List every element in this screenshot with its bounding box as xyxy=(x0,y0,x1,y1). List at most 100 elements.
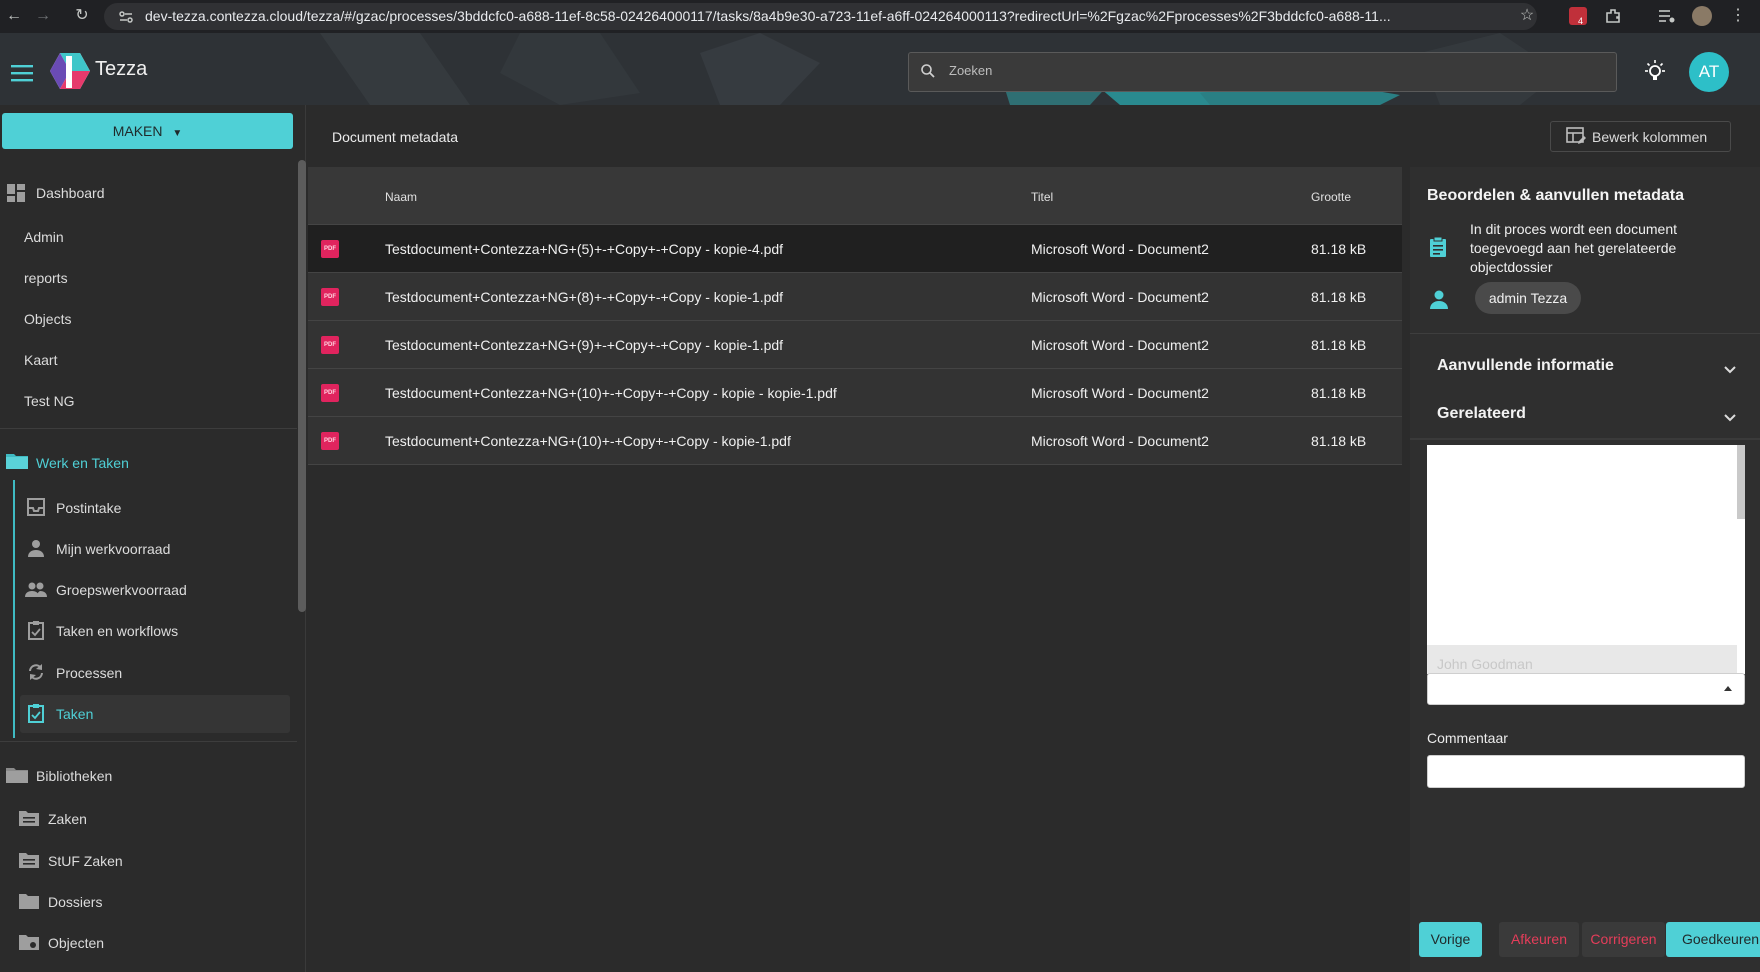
person-icon xyxy=(1430,290,1448,309)
correct-button[interactable]: Corrigeren xyxy=(1582,922,1665,957)
approve-button[interactable]: Goedkeuren xyxy=(1666,922,1760,957)
sidebar-item-mijn-werkvoorraad[interactable]: Mijn werkvoorraad xyxy=(56,541,170,557)
user-select[interactable] xyxy=(1427,673,1745,705)
back-icon[interactable]: ← xyxy=(4,6,24,26)
section-indicator-line xyxy=(13,480,15,738)
row-title: Microsoft Word - Document2 xyxy=(1031,337,1209,353)
sidebar-item-reports[interactable]: reports xyxy=(24,270,68,286)
sidebar-item-test-ng[interactable]: Test NG xyxy=(24,393,75,409)
url-text[interactable]: dev-tezza.contezza.cloud/tezza/#/gzac/pr… xyxy=(145,8,1505,24)
table-edit-icon xyxy=(1566,127,1586,144)
forward-icon[interactable]: → xyxy=(33,6,53,26)
column-header-titel[interactable]: Titel xyxy=(1031,190,1053,204)
sidebar-divider xyxy=(0,741,297,742)
clipboard-icon xyxy=(1430,236,1446,257)
pdf-file-icon: PDF xyxy=(321,288,339,306)
folder-icon xyxy=(6,454,28,469)
make-button[interactable]: MAKEN ▼ xyxy=(2,113,293,149)
menu-icon[interactable] xyxy=(10,61,34,85)
row-title: Microsoft Word - Document2 xyxy=(1031,289,1209,305)
inbox-icon xyxy=(27,498,45,516)
column-header-grootte[interactable]: Grootte xyxy=(1311,190,1351,204)
row-title: Microsoft Word - Document2 xyxy=(1031,385,1209,401)
sidebar-item-objects[interactable]: Objects xyxy=(24,311,71,327)
sidebar-section-bibliotheken[interactable]: Bibliotheken xyxy=(36,768,112,784)
row-name: Testdocument+Contezza+NG+(5)+-+Copy+-+Co… xyxy=(385,241,784,257)
sidebar-item-processen[interactable]: Processen xyxy=(56,665,122,681)
chevron-down-icon xyxy=(1724,366,1736,374)
caret-down-icon: ▼ xyxy=(172,128,183,139)
bookmark-star-icon[interactable]: ☆ xyxy=(1517,6,1537,26)
comment-input[interactable] xyxy=(1427,755,1745,788)
sidebar-scrollbar[interactable] xyxy=(298,160,306,612)
accordion-title: Gerelateerd xyxy=(1437,405,1526,422)
sidebar-item-zaken[interactable]: Zaken xyxy=(48,811,87,827)
row-size: 81.18 kB xyxy=(1311,241,1367,257)
previous-button[interactable]: Vorige xyxy=(1419,922,1482,957)
row-name: Testdocument+Contezza+NG+(8)+-+Copy+-+Co… xyxy=(385,289,784,305)
extension-badge: 4 xyxy=(1578,16,1584,26)
page-title: Document metadata xyxy=(332,129,459,145)
folder-icon xyxy=(19,853,39,868)
sidebar-item-postintake[interactable]: Postintake xyxy=(56,500,121,516)
sidebar-item-taken[interactable]: Taken xyxy=(56,706,93,722)
site-info-icon[interactable] xyxy=(118,9,134,25)
folder-icon xyxy=(19,935,39,950)
pdf-file-icon: PDF xyxy=(321,240,339,258)
person-icon xyxy=(28,540,44,557)
search-placeholder: Zoeken xyxy=(949,63,993,78)
listbox-scrollbar[interactable] xyxy=(1737,445,1745,519)
assignee-chip[interactable]: admin Tezza xyxy=(1475,282,1581,314)
row-size: 81.18 kB xyxy=(1311,433,1367,449)
sync-icon xyxy=(29,664,43,680)
edit-columns-label: Bewerk kolommen xyxy=(1592,129,1708,145)
folder-icon xyxy=(19,811,39,826)
profile-avatar-icon[interactable] xyxy=(1692,6,1712,26)
app-title: Tezza xyxy=(95,58,148,80)
user-avatar[interactable]: AT xyxy=(1689,52,1729,92)
main-header xyxy=(307,105,1760,167)
dropdown-listbox[interactable] xyxy=(1427,445,1745,674)
pdf-file-icon: PDF xyxy=(321,384,339,402)
sidebar-item-objecten[interactable]: Objecten xyxy=(48,935,104,951)
search-icon xyxy=(921,64,935,78)
task-description: In dit proces wordt een document toegevo… xyxy=(1470,221,1678,275)
sidebar-item-dossiers[interactable]: Dossiers xyxy=(48,894,102,910)
column-header-naam[interactable]: Naam xyxy=(385,190,417,204)
sidebar-item-groepswerkvoorraad[interactable]: Groepswerkvoorraad xyxy=(56,582,187,598)
sidebar-item-dashboard[interactable]: Dashboard xyxy=(36,185,105,201)
panel-divider xyxy=(1410,333,1760,334)
sidebar-divider xyxy=(0,428,297,429)
reload-icon[interactable]: ↻ xyxy=(72,6,92,26)
browser-menu-icon[interactable]: ⋮ xyxy=(1728,6,1748,26)
comment-label: Commentaar xyxy=(1427,730,1508,746)
make-button-label: MAKEN xyxy=(112,123,163,139)
accordion-title: Aanvullende informatie xyxy=(1437,357,1614,374)
folder-icon xyxy=(19,894,39,909)
chevron-down-icon xyxy=(1724,414,1736,422)
row-size: 81.18 kB xyxy=(1311,385,1367,401)
panel-divider xyxy=(1410,438,1760,440)
pdf-file-icon: PDF xyxy=(321,336,339,354)
sidebar-item-admin[interactable]: Admin xyxy=(24,229,64,245)
row-name: Testdocument+Contezza+NG+(9)+-+Copy+-+Co… xyxy=(385,337,784,353)
search-input[interactable] xyxy=(908,52,1617,92)
caret-up-icon xyxy=(1724,686,1732,691)
clipboard-icon xyxy=(28,621,44,640)
dashboard-icon xyxy=(7,184,25,202)
sidebar-item-stuf-zaken[interactable]: StUF Zaken xyxy=(48,853,123,869)
pdf-file-icon: PDF xyxy=(321,432,339,450)
table-header xyxy=(308,167,1402,225)
media-control-icon[interactable] xyxy=(1658,8,1676,24)
sidebar-item-kaart[interactable]: Kaart xyxy=(24,352,57,368)
tezza-logo xyxy=(50,53,90,89)
extensions-puzzle-icon[interactable] xyxy=(1604,7,1622,25)
group-icon xyxy=(25,582,47,597)
lightbulb-icon[interactable] xyxy=(1642,59,1668,85)
sidebar-section-werk-en-taken[interactable]: Werk en Taken xyxy=(36,455,129,471)
row-size: 81.18 kB xyxy=(1311,337,1367,353)
dropdown-option-label: John Goodman xyxy=(1437,656,1533,672)
sidebar-item-taken-en-workflows[interactable]: Taken en workflows xyxy=(56,623,178,639)
reject-button[interactable]: Afkeuren xyxy=(1499,922,1579,957)
row-name: Testdocument+Contezza+NG+(10)+-+Copy+-+C… xyxy=(385,433,791,449)
